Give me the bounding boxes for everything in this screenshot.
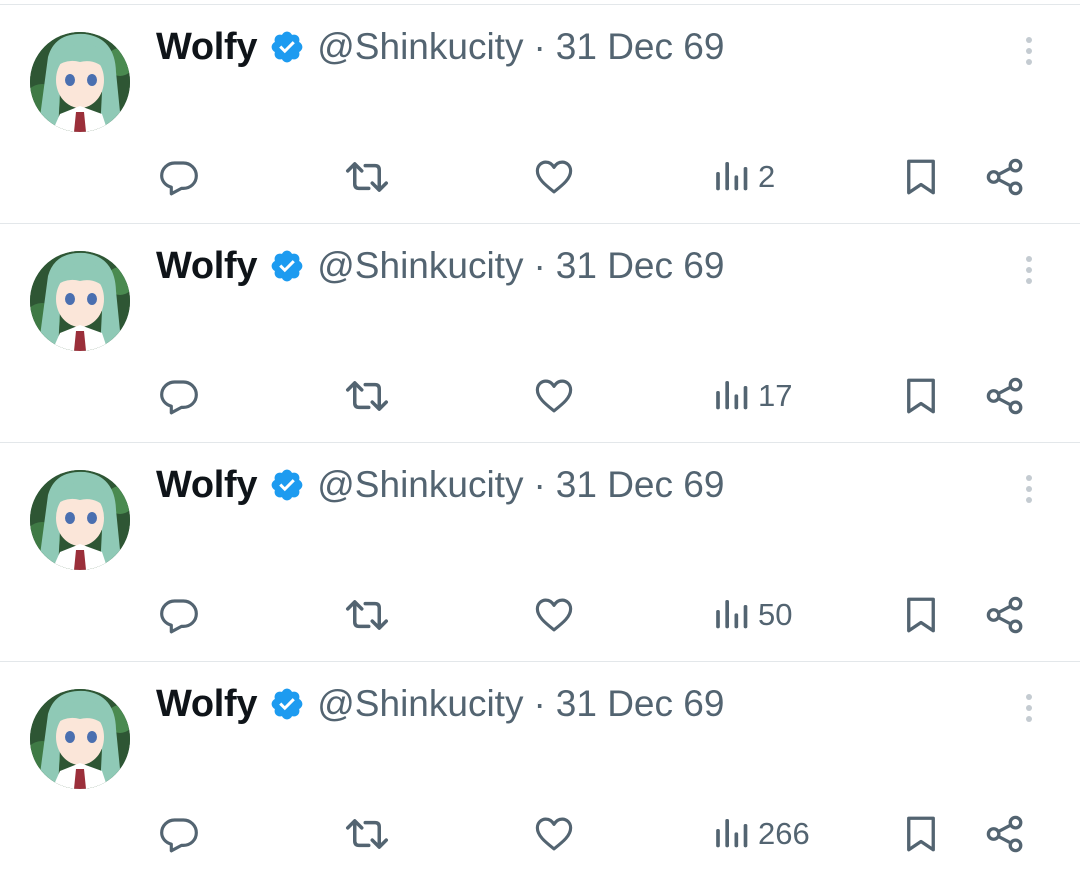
share-icon — [986, 596, 1023, 634]
tweet[interactable]: Wolfy @Shinkucity · 31 Dec 69 266 — [0, 662, 1080, 881]
tweet-actions: 266 — [0, 810, 1080, 858]
reply-button[interactable] — [158, 372, 200, 420]
vertical-dots-icon — [1026, 475, 1032, 503]
speech-bubble-icon — [160, 599, 198, 634]
tweet-actions: 17 — [0, 372, 1080, 420]
like-button[interactable] — [532, 153, 576, 201]
verified-badge-icon — [269, 467, 305, 503]
share-button[interactable] — [984, 153, 1026, 201]
retweet-button[interactable] — [344, 153, 390, 201]
display-name[interactable]: Wolfy — [156, 245, 258, 288]
tweet-actions: 2 — [0, 153, 1080, 201]
bar-chart-icon — [716, 600, 748, 629]
retweet-button[interactable] — [344, 591, 390, 639]
tweet-header: Wolfy @Shinkucity · 31 Dec 69 — [156, 461, 724, 509]
user-handle[interactable]: @Shinkucity — [317, 464, 523, 506]
views-count: 50 — [758, 597, 793, 632]
tweet[interactable]: Wolfy @Shinkucity · 31 Dec 69 50 — [0, 443, 1080, 662]
avatar[interactable] — [30, 689, 130, 789]
views-count: 2 — [758, 159, 776, 194]
like-button[interactable] — [532, 810, 576, 858]
share-button[interactable] — [984, 810, 1026, 858]
bar-chart-icon — [716, 162, 748, 191]
tweet-actions: 50 — [0, 591, 1080, 639]
bookmark-icon — [907, 816, 935, 852]
tweet-header: Wolfy @Shinkucity · 31 Dec 69 — [156, 242, 724, 290]
tweet[interactable]: Wolfy @Shinkucity · 31 Dec 69 2 — [0, 5, 1080, 224]
tweet-feed: Wolfy @Shinkucity · 31 Dec 69 2 Wolfy @S… — [0, 5, 1080, 881]
views-count: 17 — [758, 378, 793, 413]
reply-button[interactable] — [158, 153, 200, 201]
retweet-arrows-icon — [346, 819, 388, 849]
share-icon — [986, 377, 1023, 415]
retweet-arrows-icon — [346, 162, 388, 192]
user-handle[interactable]: @Shinkucity — [317, 683, 523, 725]
separator-dot: · — [533, 464, 546, 505]
verified-badge-icon — [269, 686, 305, 722]
vertical-dots-icon — [1026, 256, 1032, 284]
display-name[interactable]: Wolfy — [156, 464, 258, 507]
share-button[interactable] — [984, 591, 1026, 639]
bookmark-icon — [907, 597, 935, 633]
views-button[interactable]: 50 — [712, 591, 792, 639]
retweet-arrows-icon — [346, 600, 388, 630]
reply-button[interactable] — [158, 810, 200, 858]
tweet-header: Wolfy @Shinkucity · 31 Dec 69 — [156, 680, 724, 728]
bookmark-button[interactable] — [900, 372, 942, 420]
vertical-dots-icon — [1026, 37, 1032, 65]
speech-bubble-icon — [160, 161, 198, 196]
share-icon — [986, 158, 1023, 196]
speech-bubble-icon — [160, 818, 198, 853]
vertical-dots-icon — [1026, 694, 1032, 722]
tweet-date[interactable]: 31 Dec 69 — [556, 245, 725, 287]
separator-dot: · — [533, 683, 546, 724]
tweet[interactable]: Wolfy @Shinkucity · 31 Dec 69 17 — [0, 224, 1080, 443]
tweet-date[interactable]: 31 Dec 69 — [556, 26, 725, 68]
tweet-date[interactable]: 31 Dec 69 — [556, 683, 725, 725]
heart-icon — [535, 379, 573, 413]
avatar[interactable] — [30, 32, 130, 132]
tweet-date[interactable]: 31 Dec 69 — [556, 464, 725, 506]
reply-button[interactable] — [158, 591, 200, 639]
bookmark-icon — [907, 159, 935, 195]
bar-chart-icon — [716, 819, 748, 848]
retweet-arrows-icon — [346, 381, 388, 411]
heart-icon — [535, 160, 573, 194]
bookmark-button[interactable] — [900, 153, 942, 201]
separator-dot: · — [533, 245, 546, 286]
more-options-button[interactable] — [1017, 469, 1041, 509]
verified-badge-icon — [269, 248, 305, 284]
display-name[interactable]: Wolfy — [156, 26, 258, 69]
like-button[interactable] — [532, 591, 576, 639]
bar-chart-icon — [716, 381, 748, 410]
more-options-button[interactable] — [1017, 250, 1041, 290]
avatar[interactable] — [30, 470, 130, 570]
retweet-button[interactable] — [344, 372, 390, 420]
views-count: 266 — [758, 816, 810, 851]
user-handle[interactable]: @Shinkucity — [317, 245, 523, 287]
share-button[interactable] — [984, 372, 1026, 420]
avatar[interactable] — [30, 251, 130, 351]
separator-dot: · — [533, 26, 546, 67]
more-options-button[interactable] — [1017, 688, 1041, 728]
views-button[interactable]: 266 — [712, 810, 810, 858]
speech-bubble-icon — [160, 380, 198, 415]
retweet-button[interactable] — [344, 810, 390, 858]
views-button[interactable]: 2 — [712, 153, 775, 201]
user-handle[interactable]: @Shinkucity — [317, 26, 523, 68]
display-name[interactable]: Wolfy — [156, 683, 258, 726]
share-icon — [986, 815, 1023, 853]
like-button[interactable] — [532, 372, 576, 420]
tweet-header: Wolfy @Shinkucity · 31 Dec 69 — [156, 23, 724, 71]
bookmark-button[interactable] — [900, 591, 942, 639]
views-button[interactable]: 17 — [712, 372, 792, 420]
heart-icon — [535, 598, 573, 632]
heart-icon — [535, 817, 573, 851]
bookmark-icon — [907, 378, 935, 414]
bookmark-button[interactable] — [900, 810, 942, 858]
more-options-button[interactable] — [1017, 31, 1041, 71]
verified-badge-icon — [269, 29, 305, 65]
